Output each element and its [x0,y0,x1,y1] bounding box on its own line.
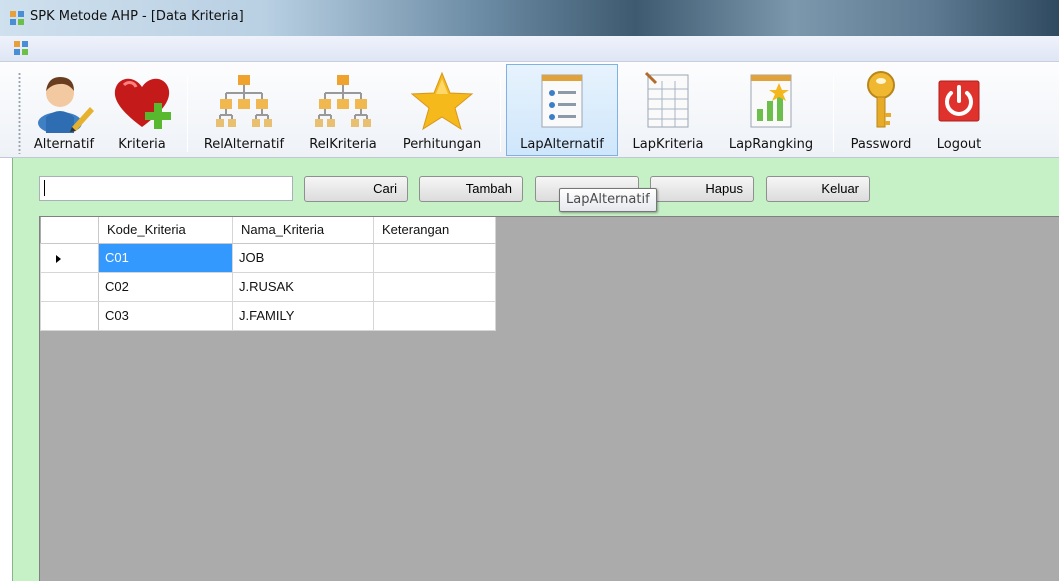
cell-kode[interactable]: C01 [98,242,233,273]
row-header[interactable] [40,271,99,302]
row-header[interactable] [40,242,99,273]
table-header-row: Kode_Kriteria Nama_Kriteria Keterangan [40,217,496,244]
search-input[interactable] [39,176,293,201]
tooltip: LapAlternatif [559,188,657,212]
mdi-menu-strip [0,36,1059,62]
app-icon [10,11,24,25]
toolbar-label: Password [850,137,912,152]
toolbar-label: Logout [936,137,982,152]
toolbar-button-lapkriteria[interactable]: LapKriteria [622,64,714,156]
column-header-keterangan[interactable]: Keterangan [373,217,496,244]
toolbar-button-logout[interactable]: Logout [924,64,994,156]
toolbar-label: RelKriteria [309,137,377,152]
window-title: SPK Metode AHP - [Data Kriteria] [30,9,244,24]
toolbar-button-kriteria[interactable]: Kriteria [104,64,180,156]
tambah-button[interactable]: Tambah [419,176,523,202]
cari-button[interactable]: Cari [304,176,408,202]
main-toolbar: Alternatif Kriteria RelAlternatif RelKri… [0,62,1059,158]
toolbar-label: Alternatif [33,137,95,152]
cell-nama[interactable]: J.FAMILY [232,300,374,331]
toolbar-label: LapKriteria [632,137,704,152]
cell-keterangan[interactable] [373,300,496,331]
star-icon [410,71,474,131]
hapus-button[interactable]: Hapus [650,176,754,202]
data-kriteria-form: Cari Tambah Hapus Keluar Kode_Kriteria N… [12,158,1059,581]
toolbar-button-laprangking[interactable]: LapRangking [716,64,826,156]
table-row[interactable]: C01 JOB [40,242,496,273]
title-bar[interactable]: SPK Metode AHP - [Data Kriteria] [0,0,1059,36]
toolbar-separator [187,76,188,152]
column-header-nama[interactable]: Nama_Kriteria [232,217,374,244]
cell-nama[interactable]: J.RUSAK [232,271,374,302]
cell-keterangan[interactable] [373,271,496,302]
toolbar-button-password[interactable]: Password [840,64,922,156]
cell-kode[interactable]: C03 [98,300,233,331]
toolbar-label: Perhitungan [402,137,482,152]
power-icon [938,80,980,122]
toolbar-button-perhitungan[interactable]: Perhitungan [390,64,494,156]
user-edit-icon [38,77,94,133]
cell-keterangan[interactable] [373,242,496,273]
cell-nama[interactable]: JOB [232,242,374,273]
toolbar-label: RelAlternatif [203,137,285,152]
kriteria-table: Kode_Kriteria Nama_Kriteria Keterangan C… [40,217,496,331]
key-icon [867,71,895,128]
toolbar-button-lapalternatif[interactable]: LapAlternatif [506,64,618,156]
column-header-kode[interactable]: Kode_Kriteria [98,217,233,244]
keluar-button[interactable]: Keluar [766,176,870,202]
toolbar-button-alternatif[interactable]: Alternatif [26,64,102,156]
report-star-icon [750,74,792,128]
toolbar-label: LapAlternatif [520,137,604,152]
heart-add-icon [114,78,171,129]
report-list-icon [541,74,583,128]
toolbar-button-relkriteria[interactable]: RelKriteria [298,64,388,156]
report-table-icon [644,71,689,128]
cell-kode[interactable]: C02 [98,271,233,302]
toolbar-grip[interactable] [18,72,21,154]
hierarchy-icon [315,75,371,127]
table-row[interactable]: C03 J.FAMILY [40,300,496,331]
toolbar-separator [833,76,834,152]
child-window-icon[interactable] [14,41,28,55]
toolbar-label: LapRangking [728,137,814,152]
toolbar-button-relalternatif[interactable]: RelAlternatif [194,64,294,156]
table-row[interactable]: C02 J.RUSAK [40,271,496,302]
text-caret [44,180,45,196]
row-header[interactable] [40,300,99,331]
row-header-corner[interactable] [40,217,99,244]
toolbar-label: Kriteria [118,137,166,152]
hierarchy-icon [216,75,272,127]
kriteria-data-grid[interactable]: Kode_Kriteria Nama_Kriteria Keterangan C… [39,216,1059,581]
current-row-arrow-icon [56,254,61,263]
toolbar-separator [500,76,501,152]
